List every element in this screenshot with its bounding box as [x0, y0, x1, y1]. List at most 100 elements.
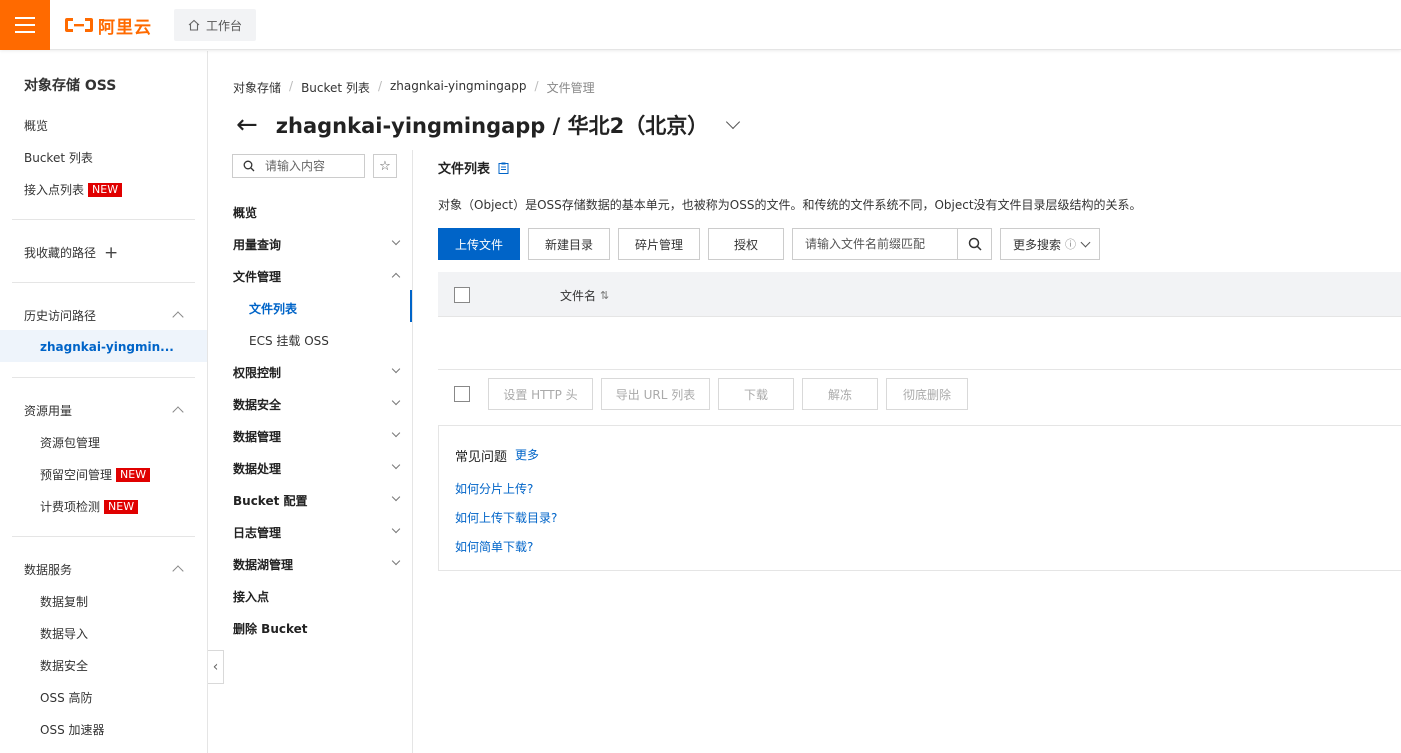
breadcrumb-item[interactable]: Bucket 列表 — [301, 79, 370, 96]
nav-search-box[interactable] — [232, 154, 365, 178]
sidebar-item-favorites[interactable]: 我收藏的路径 + — [24, 244, 118, 261]
table-header: 文件名 ⇅ — [438, 272, 1401, 317]
authorize-button[interactable]: 授权 — [708, 228, 784, 260]
bulk-select-checkbox[interactable] — [454, 386, 470, 402]
search-icon — [243, 160, 255, 172]
sidebar-group-data-services[interactable]: 数据服务 — [24, 561, 72, 578]
sidebar-group-history[interactable]: 历史访问路径 — [24, 307, 96, 324]
divider — [12, 282, 195, 283]
sort-icon[interactable]: ⇅ — [600, 289, 609, 302]
sidebar-item-billing-check[interactable]: 计费项检测 NEW — [40, 498, 139, 515]
nav-item-data-processing[interactable]: 数据处理 — [233, 460, 281, 477]
faq-link[interactable]: 如何简单下载? — [455, 538, 533, 555]
breadcrumb: 对象存储 / Bucket 列表 / zhagnkai-yingmingapp … — [233, 79, 603, 96]
favorite-star-button[interactable]: ☆ — [373, 154, 397, 178]
upload-file-button[interactable]: 上传文件 — [438, 228, 520, 260]
chevron-up-icon[interactable] — [172, 311, 184, 323]
chevron-down-icon[interactable] — [726, 114, 741, 130]
chevron-up-icon — [391, 272, 401, 282]
breadcrumb-item[interactable]: 对象存储 — [233, 79, 281, 96]
column-label: 文件名 — [560, 289, 597, 303]
nav-item-overview[interactable]: 概览 — [233, 204, 257, 221]
chevron-up-icon[interactable] — [172, 565, 184, 577]
chevron-down-icon — [391, 428, 401, 438]
help-icon[interactable]: ⓘ — [1065, 236, 1076, 252]
nav-item-ecs-mount[interactable]: ECS 挂载 OSS — [249, 332, 329, 349]
download-button[interactable]: 下载 — [718, 378, 794, 410]
chevron-down-icon — [391, 492, 401, 502]
breadcrumb-separator: / — [377, 79, 382, 93]
more-search-dropdown[interactable]: 更多搜索 ⓘ — [1000, 228, 1100, 260]
sidebar-group-resource-usage[interactable]: 资源用量 — [24, 402, 72, 419]
section-title: 文件列表 — [438, 162, 491, 177]
sidebar-item-access-points[interactable]: 接入点列表 NEW — [24, 181, 123, 198]
faq-header: 常见问题 更多 — [455, 446, 539, 465]
sidebar-item-history-bucket[interactable]: zhagnkai-yingmin... — [40, 340, 174, 354]
file-search-button[interactable] — [957, 229, 991, 259]
chevron-down-icon — [391, 460, 401, 470]
sidebar-item-data-replication[interactable]: 数据复制 — [40, 593, 88, 610]
nav-item-log-management[interactable]: 日志管理 — [233, 524, 281, 541]
workbench-button[interactable]: 工作台 — [174, 9, 256, 41]
chevron-down-icon — [391, 524, 401, 534]
fragment-management-button[interactable]: 碎片管理 — [618, 228, 700, 260]
description: 对象（Object）是OSS存储数据的基本单元，也被称为OSS的文件。和传统的文… — [438, 198, 1142, 212]
sidebar-item-data-security[interactable]: 数据安全 — [40, 657, 88, 674]
clipboard-icon[interactable] — [498, 162, 509, 174]
home-icon — [188, 19, 200, 31]
breadcrumb-item[interactable]: zhagnkai-yingmingapp — [390, 79, 527, 96]
sidebar-item-oss-ddos[interactable]: OSS 高防 — [40, 689, 93, 706]
page-title: zhagnkai-yingmingapp / 华北2（北京） — [275, 114, 709, 138]
chevron-down-icon — [1080, 237, 1091, 247]
nav-item-bucket-config[interactable]: Bucket 配置 — [233, 492, 308, 509]
top-bar: 阿里云 工作台 — [0, 0, 1401, 50]
search-icon — [968, 237, 982, 251]
sidebar-item-reserved-space[interactable]: 预留空间管理 NEW — [40, 466, 151, 483]
back-arrow-icon[interactable]: ← — [236, 111, 258, 139]
faq-link[interactable]: 如何分片上传? — [455, 480, 533, 497]
plus-icon[interactable]: + — [104, 244, 118, 261]
nav-item-file-list[interactable]: 文件列表 — [249, 300, 297, 317]
file-search-input[interactable] — [793, 237, 958, 251]
nav-item-usage-query[interactable]: 用量查询 — [233, 236, 281, 253]
chevron-up-icon[interactable] — [172, 406, 184, 418]
nav-item-delete-bucket[interactable]: 删除 Bucket — [233, 620, 308, 637]
nav-item-file-management[interactable]: 文件管理 — [233, 268, 281, 285]
aliyun-logo[interactable]: 阿里云 — [64, 14, 152, 38]
nav-item-data-management[interactable]: 数据管理 — [233, 428, 281, 445]
set-http-header-button[interactable]: 设置 HTTP 头 — [488, 378, 593, 410]
aliyun-logo-icon — [65, 18, 93, 32]
nav-item-data-lake[interactable]: 数据湖管理 — [233, 556, 293, 573]
nav-item-access-point[interactable]: 接入点 — [233, 588, 269, 605]
unfreeze-button[interactable]: 解冻 — [802, 378, 878, 410]
nav-item-permission[interactable]: 权限控制 — [233, 364, 281, 381]
faq-link[interactable]: 如何上传下载目录? — [455, 509, 557, 526]
faq-more-link[interactable]: 更多 — [515, 446, 539, 465]
page-header: ← zhagnkai-yingmingapp / 华北2（北京） — [236, 110, 741, 140]
sidebar-title: 对象存储 OSS — [24, 78, 117, 94]
sidebar-item-bucket-list[interactable]: Bucket 列表 — [24, 149, 93, 166]
faq-panel: 常见问题 更多 如何分片上传? 如何上传下载目录? 如何简单下载? — [438, 425, 1401, 571]
faq-title: 常见问题 — [455, 450, 508, 465]
sidebar-item-label: 预留空间管理 — [40, 468, 113, 482]
select-all-checkbox[interactable] — [454, 287, 470, 303]
active-indicator — [410, 290, 412, 322]
new-badge: NEW — [116, 467, 151, 482]
export-url-list-button[interactable]: 导出 URL 列表 — [601, 378, 710, 410]
new-badge: NEW — [88, 182, 123, 197]
nav-item-data-security[interactable]: 数据安全 — [233, 396, 281, 413]
sidebar-item-resource-pack[interactable]: 资源包管理 — [40, 434, 100, 451]
workbench-label: 工作台 — [205, 18, 242, 33]
breadcrumb-separator: / — [289, 79, 294, 93]
chevron-down-icon — [391, 236, 401, 246]
new-badge: NEW — [104, 499, 139, 514]
file-search-box[interactable] — [792, 228, 992, 260]
sidebar-item-overview[interactable]: 概览 — [24, 117, 48, 134]
permanent-delete-button[interactable]: 彻底删除 — [886, 378, 968, 410]
menu-button[interactable] — [0, 0, 50, 50]
nav-search-input[interactable] — [265, 159, 355, 173]
sidebar-item-oss-accelerator[interactable]: OSS 加速器 — [40, 721, 105, 738]
new-directory-button[interactable]: 新建目录 — [528, 228, 610, 260]
sidebar-item-data-import[interactable]: 数据导入 — [40, 625, 88, 642]
column-header-filename[interactable]: 文件名 ⇅ — [560, 287, 609, 304]
